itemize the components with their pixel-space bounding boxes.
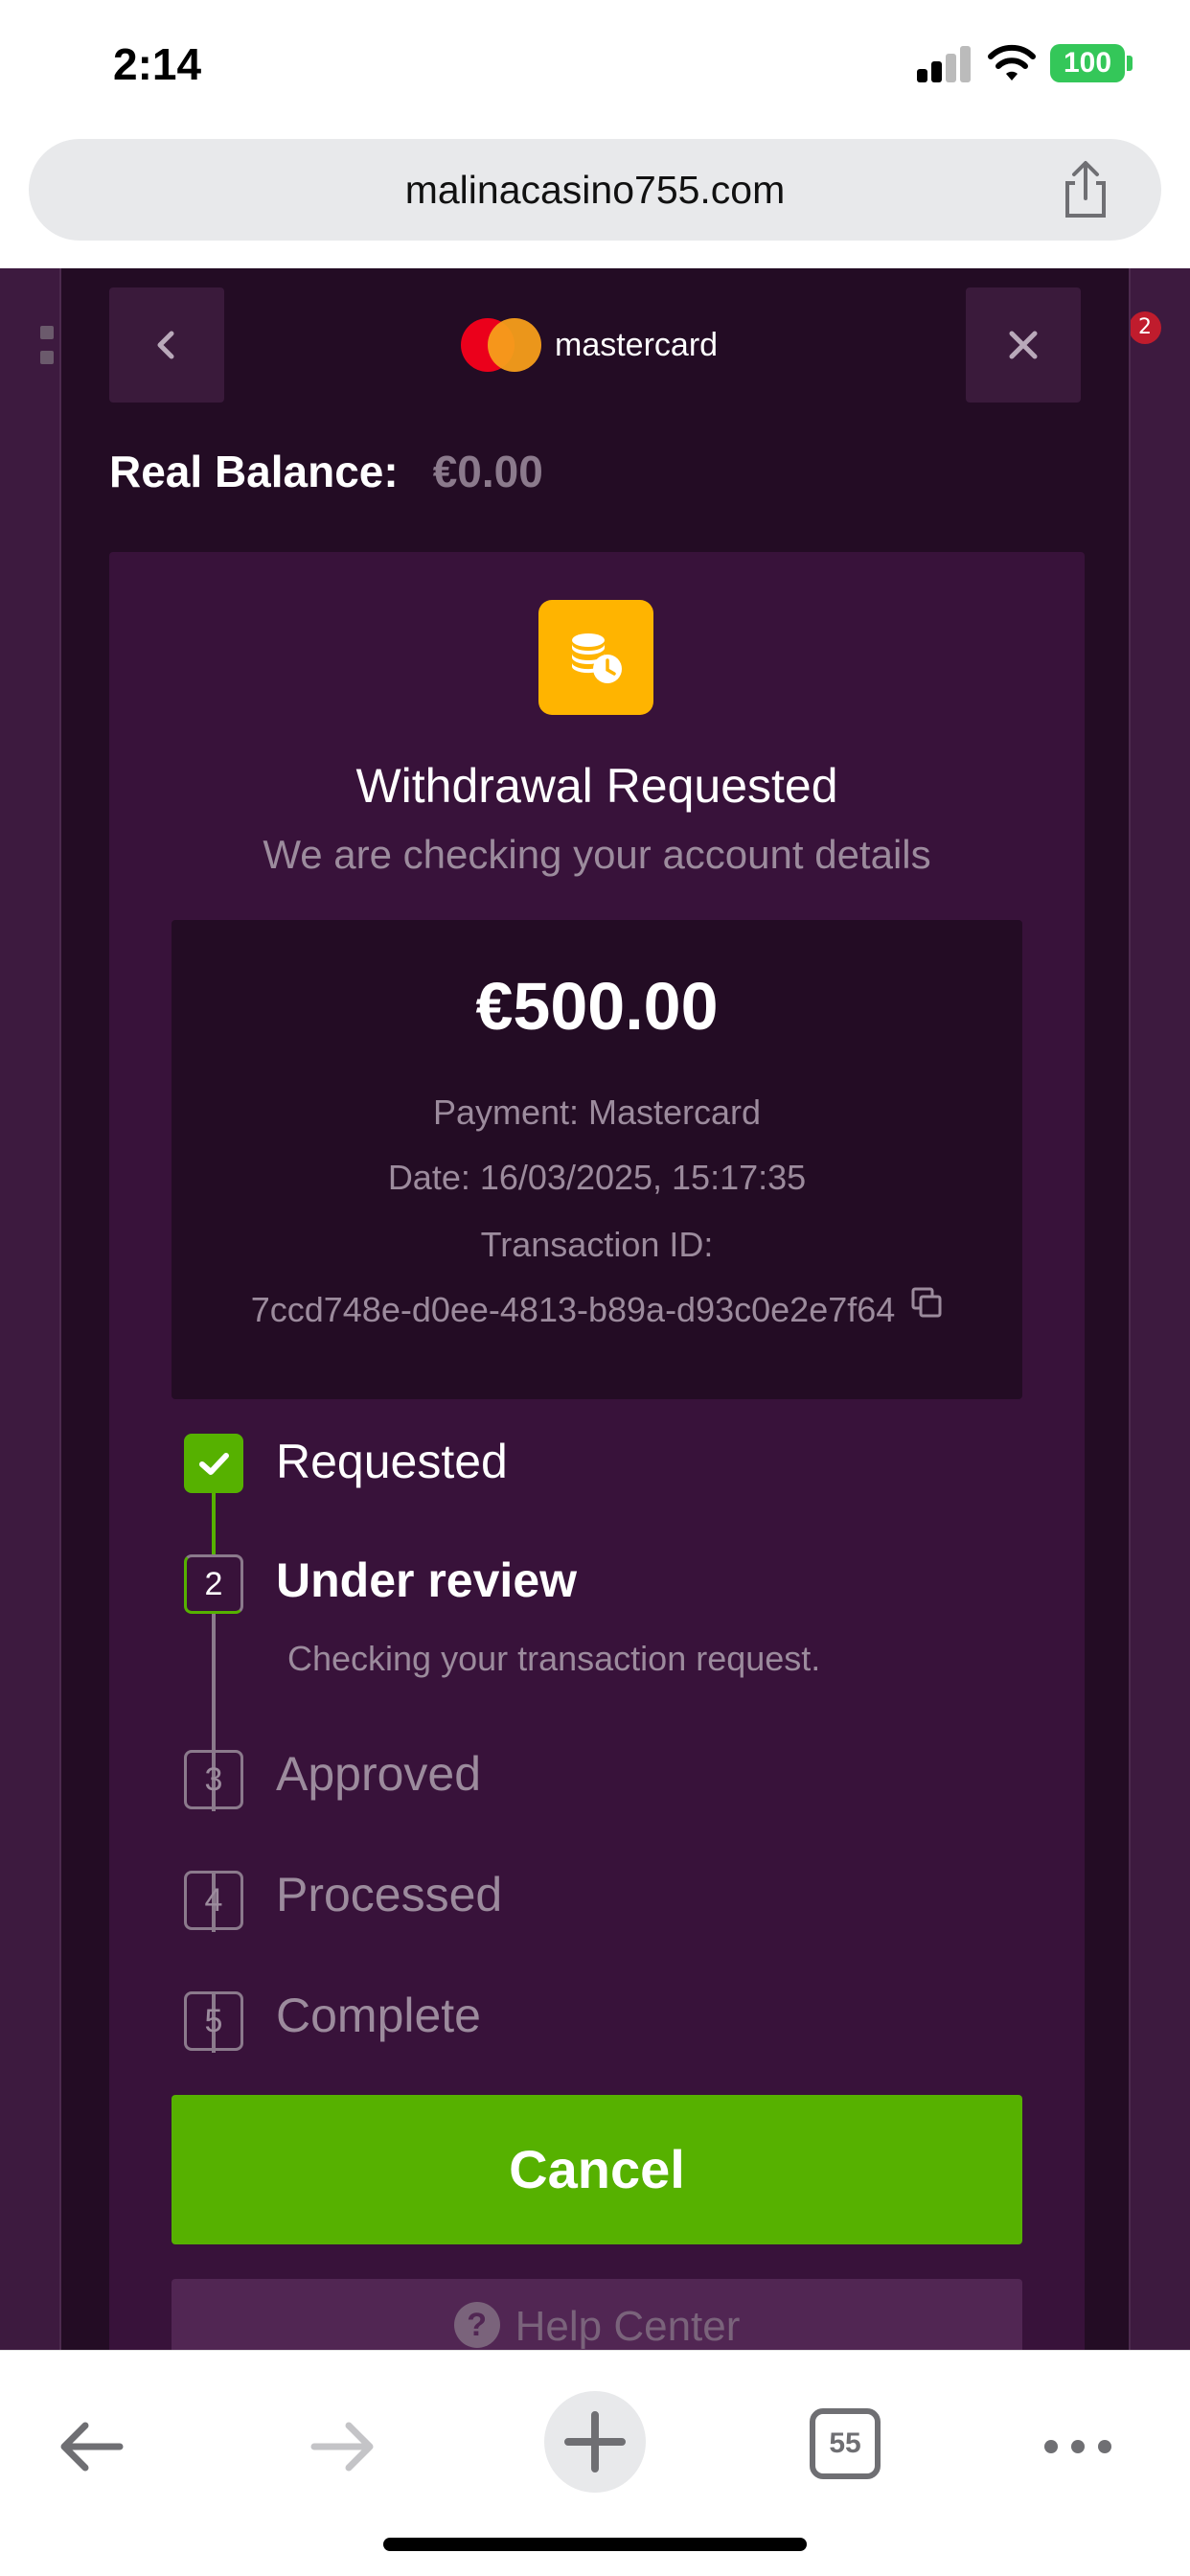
more-icon[interactable]	[1040, 2408, 1116, 2485]
share-icon[interactable]	[1058, 160, 1113, 219]
transaction-details: €500.00 Payment: Mastercard Date: 16/03/…	[172, 920, 1022, 1399]
close-button[interactable]	[966, 288, 1081, 402]
balance-value: €0.00	[432, 447, 543, 496]
step-label-complete: Complete	[276, 1989, 481, 2042]
status-time: 2:14	[113, 39, 202, 89]
step-label-approved: Approved	[276, 1747, 482, 1801]
back-button[interactable]	[109, 288, 224, 402]
back-arrow-icon[interactable]	[53, 2408, 129, 2485]
page-content: 2 mastercard Real Balance: €0.00 Withdra…	[0, 268, 1190, 2350]
forward-arrow-icon[interactable]	[305, 2408, 381, 2485]
coin-stack-clock-icon	[538, 600, 653, 715]
step-connector	[212, 1493, 216, 1554]
step-label-processed: Processed	[276, 1868, 503, 1921]
home-indicator	[383, 2538, 807, 2551]
question-icon: ?	[453, 2302, 500, 2349]
background-panel-left	[0, 268, 59, 2350]
step-number: 3	[184, 1750, 243, 1809]
new-tab-button[interactable]	[544, 2391, 646, 2493]
transaction-id-value: 7ccd748e-d0ee-4813-b89a-d93c0e2e7f64	[250, 1290, 896, 1329]
withdrawal-card: Withdrawal Requested We are checking you…	[109, 552, 1085, 2350]
address-bar[interactable]: malinacasino755.com	[29, 139, 1161, 241]
step-check-icon	[184, 1434, 243, 1493]
balance-label: Real Balance:	[109, 447, 399, 496]
wifi-icon	[988, 44, 1036, 80]
menu-icon	[40, 326, 54, 393]
battery-icon: 100	[1050, 44, 1125, 82]
step-number: 5	[184, 1991, 243, 2051]
transaction-id-row: 7ccd748e-d0ee-4813-b89a-d93c0e2e7f64	[172, 1287, 1022, 1330]
modal-title: Withdrawal Requested	[355, 759, 838, 813]
mastercard-circles-icon	[461, 318, 541, 372]
notification-badge: 2	[1129, 311, 1161, 344]
copy-icon[interactable]	[910, 1286, 943, 1319]
step-number: 4	[184, 1871, 243, 1930]
cell-signal-icon	[917, 46, 971, 82]
progress-steps: Requested 2 Under review Checking your t…	[184, 1434, 1008, 2104]
step-label-under-review: Under review	[276, 1553, 578, 1607]
url-text[interactable]: malinacasino755.com	[29, 168, 1161, 213]
withdrawal-amount: €500.00	[475, 969, 719, 1044]
brand-name: mastercard	[555, 326, 719, 363]
transaction-date: Date: 16/03/2025, 15:17:35	[387, 1158, 807, 1197]
chevron-left-icon	[157, 331, 174, 359]
cancel-button[interactable]: Cancel	[172, 2095, 1022, 2244]
real-balance: Real Balance: €0.00	[109, 446, 543, 497]
battery-tip	[1127, 56, 1133, 71]
close-icon	[1009, 331, 1038, 359]
step-label-requested: Requested	[276, 1435, 508, 1488]
withdrawal-modal: mastercard Real Balance: €0.00 Withdrawa…	[59, 268, 1131, 2350]
help-center-button[interactable]: ? Help Center	[172, 2279, 1022, 2350]
step-number: 2	[184, 1554, 243, 1614]
mastercard-logo: mastercard	[461, 318, 718, 372]
step-description: Checking your transaction request.	[287, 1639, 821, 1678]
tabs-button[interactable]: 55	[810, 2408, 881, 2479]
transaction-id-label: Transaction ID:	[480, 1225, 714, 1264]
status-bar: 2:14 100	[0, 0, 1190, 129]
background-panel-right	[1131, 268, 1190, 2350]
plus-icon	[564, 2411, 626, 2472]
modal-subtitle: We are checking your account details	[263, 832, 931, 877]
help-center-label: Help Center	[515, 2303, 741, 2350]
payment-method: Payment: Mastercard	[432, 1092, 762, 1132]
